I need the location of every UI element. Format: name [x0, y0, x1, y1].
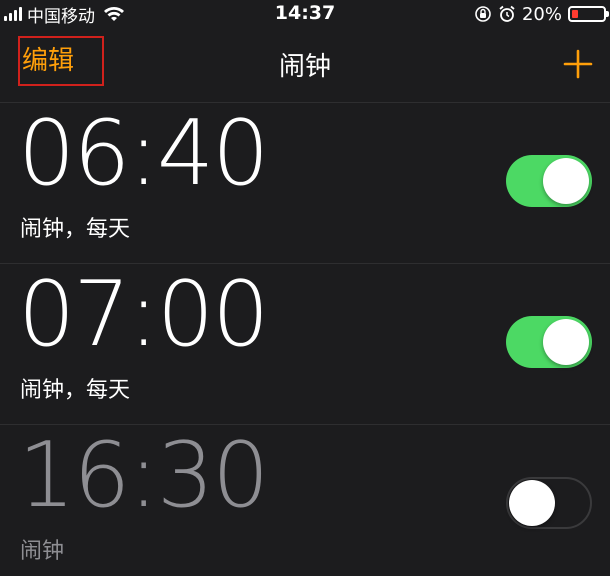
alarm-time: 07:00 — [18, 262, 269, 367]
alarm-label: 闹钟 — [20, 539, 65, 564]
page-title: 闹钟 — [278, 52, 331, 82]
plus-icon[interactable] — [562, 48, 594, 80]
alarm-toggle[interactable] — [506, 316, 592, 368]
navigation-bar: 编辑 闹钟 — [0, 28, 610, 103]
battery-percent: 20% — [521, 3, 562, 25]
battery-fill — [572, 10, 578, 18]
alarm-toggle[interactable] — [506, 155, 592, 207]
battery-icon — [568, 6, 609, 22]
alarm-row[interactable]: 07:00 闹钟，每天 — [0, 264, 610, 425]
alarm-icon — [499, 5, 515, 22]
status-right: 20% — [474, 2, 609, 26]
orientation-lock-icon — [475, 6, 491, 22]
toggle-knob — [543, 319, 589, 365]
alarm-toggle[interactable] — [506, 477, 592, 529]
alarm-time: 06:40 — [18, 101, 269, 206]
alarm-label: 闹钟，每天 — [20, 217, 131, 242]
alarm-row[interactable]: 16:30 闹钟 — [0, 425, 610, 576]
toggle-knob — [543, 158, 589, 204]
toggle-knob — [509, 480, 555, 526]
status-bar: 中国移动 14:37 20% — [0, 0, 610, 28]
alarm-time: 16:30 — [18, 423, 269, 528]
alarm-row[interactable]: 06:40 闹钟，每天 — [0, 103, 610, 264]
alarm-label: 闹钟，每天 — [20, 378, 131, 403]
